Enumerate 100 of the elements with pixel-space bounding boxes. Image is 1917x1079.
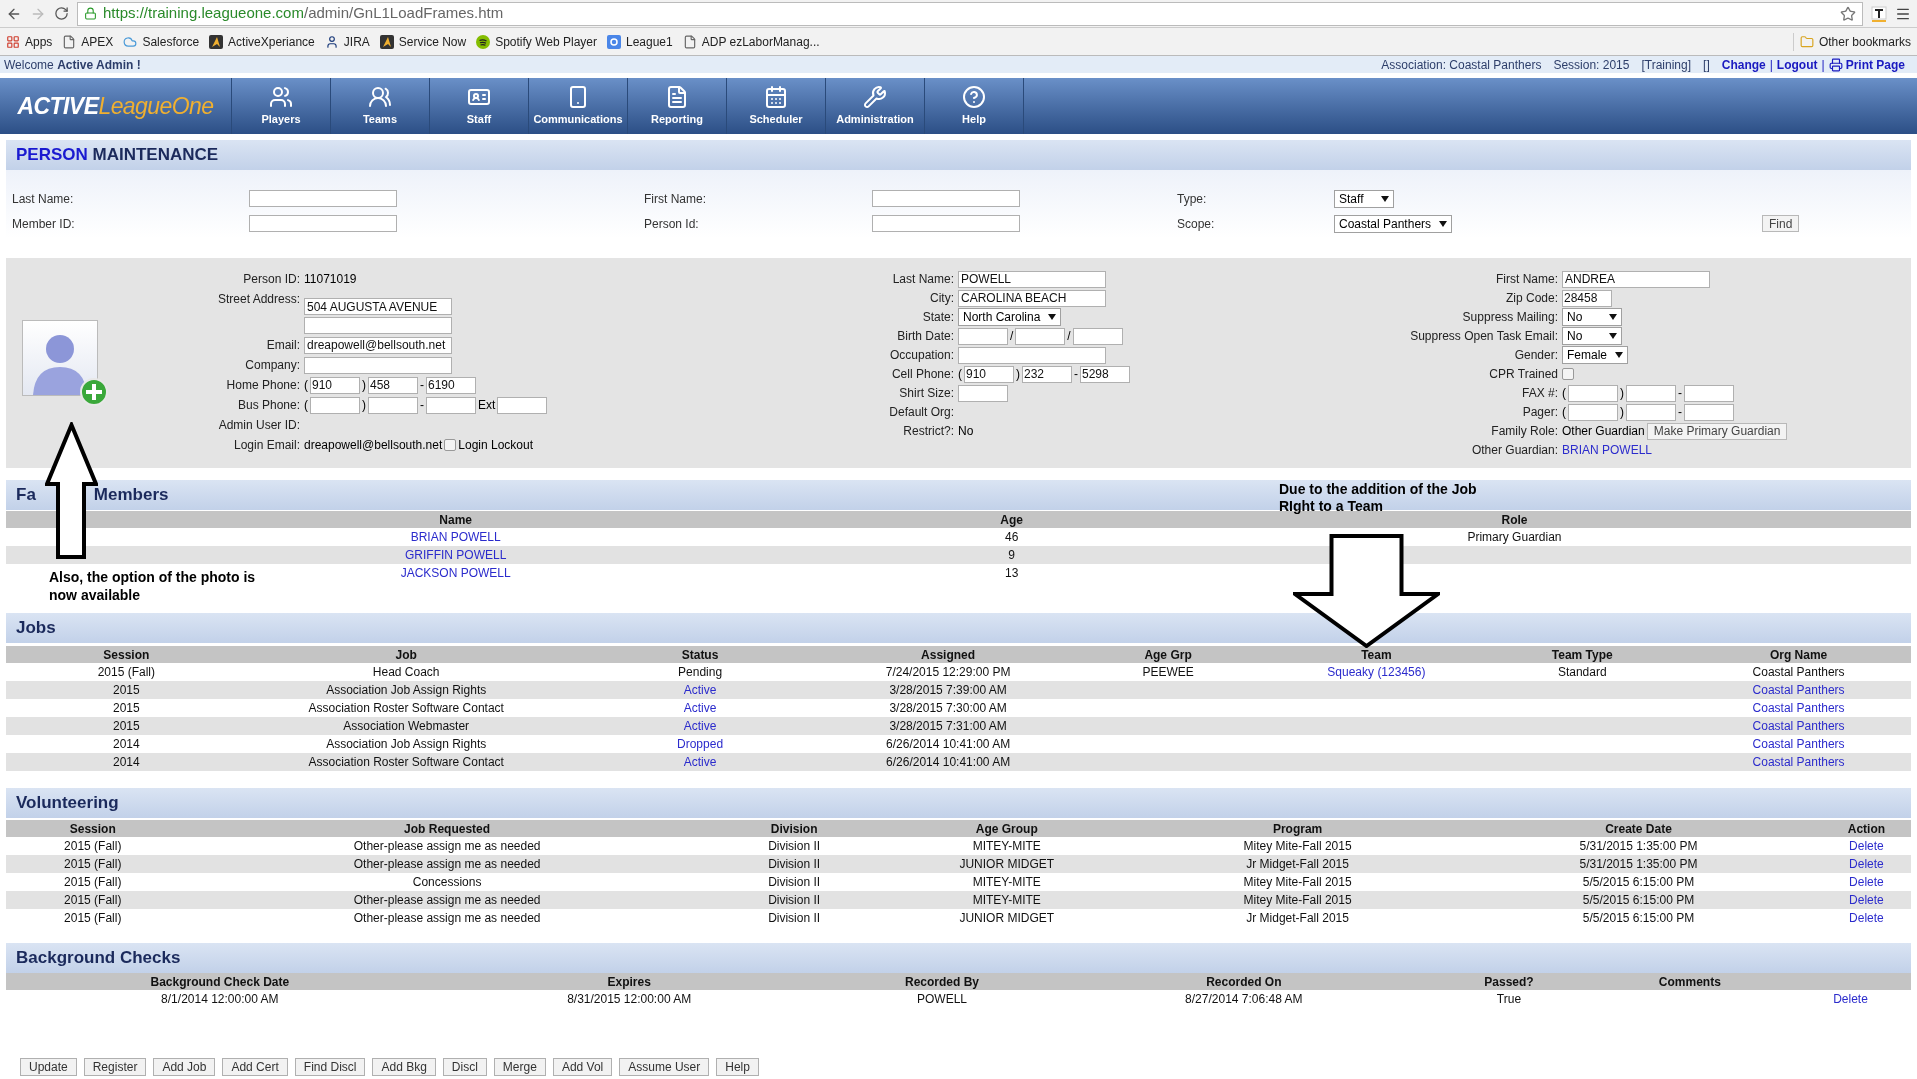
extension-icon[interactable] [1871, 5, 1887, 22]
table-link[interactable]: Coastal Panthers [1752, 717, 1845, 735]
input-field[interactable]: 504 AUGUSTA AVENUE [304, 298, 452, 315]
input-field[interactable] [958, 384, 1008, 402]
input-field[interactable]: 910 [310, 376, 360, 394]
action-button[interactable]: Find [1762, 215, 1800, 232]
table-link[interactable]: Delete [1849, 873, 1884, 891]
table-link[interactable]: Coastal Panthers [1752, 735, 1845, 753]
action-button[interactable]: Assume User [619, 1058, 710, 1076]
input-field[interactable] [872, 190, 1020, 207]
nav-item[interactable]: Administration [826, 78, 925, 134]
table-link[interactable]: Coastal Panthers [1752, 699, 1845, 717]
input-field[interactable]: 6190 [426, 376, 476, 394]
bookmark-item[interactable]: Salesforce [123, 32, 200, 51]
input-field[interactable]: ANDREA [1562, 270, 1710, 288]
checkbox[interactable] [444, 439, 457, 451]
nav-item[interactable]: Help [925, 78, 1024, 134]
table-link[interactable]: Delete [1849, 855, 1884, 873]
select-field[interactable]: No [1562, 308, 1622, 326]
input-field[interactable] [1568, 403, 1618, 421]
table-link[interactable]: Delete [1833, 990, 1868, 1008]
table-link[interactable]: Delete [1849, 891, 1884, 909]
action-button[interactable]: Update [20, 1058, 77, 1076]
table-link[interactable]: JACKSON POWELL [400, 564, 511, 582]
select-field[interactable]: North Carolina [958, 308, 1062, 326]
bookmark-item[interactable]: JIRA [324, 32, 370, 51]
nav-item[interactable]: Teams [331, 78, 430, 134]
input-field[interactable] [310, 396, 360, 414]
input-field[interactable]: 28458 [1562, 289, 1612, 307]
bookmark-item[interactable]: League1 [607, 32, 673, 51]
reload-icon[interactable] [54, 6, 69, 21]
table-link[interactable]: BRIAN POWELL [410, 528, 501, 546]
table-link[interactable]: Active [683, 753, 717, 771]
table-link[interactable]: Delete [1849, 909, 1884, 927]
input-field[interactable] [304, 356, 452, 374]
add-photo-icon[interactable] [22, 320, 108, 406]
nav-item[interactable]: Scheduler [727, 78, 826, 134]
table-link[interactable]: Active [683, 717, 717, 735]
input-field[interactable] [958, 346, 1106, 364]
action-button[interactable]: Add Job [153, 1058, 216, 1076]
input-field[interactable] [1684, 403, 1734, 421]
bookmark-folder[interactable]: Other bookmarks [1792, 32, 1911, 51]
guardian-link[interactable]: BRIAN POWELL [1562, 441, 1653, 459]
action-button[interactable]: Find Discl [294, 1058, 366, 1076]
input-field[interactable]: POWELL [958, 270, 1106, 288]
table-link[interactable]: Coastal Panthers [1752, 681, 1845, 699]
input-field[interactable] [304, 317, 452, 334]
input-field[interactable] [1568, 384, 1618, 402]
input-field[interactable] [872, 215, 1020, 232]
action-button[interactable]: Register [83, 1058, 147, 1076]
input-field[interactable]: CAROLINA BEACH [958, 289, 1106, 307]
header-link[interactable]: Change [1721, 55, 1766, 74]
input-field[interactable] [497, 396, 548, 414]
table-link[interactable]: GRIFFIN POWELL [405, 546, 507, 564]
input-field[interactable]: dreapowell@bellsouth.net [304, 336, 452, 354]
table-link[interactable]: Delete [1849, 837, 1884, 855]
input-field[interactable] [1684, 384, 1734, 402]
select-field[interactable]: Coastal Panthers [1334, 214, 1453, 233]
address-bar[interactable]: https://training.leagueone.com/admin/GnL1LoadFrames.htm [77, 1, 1863, 26]
bookmark-item[interactable]: ActiveXperiance [209, 32, 315, 51]
nav-item[interactable]: Communications [529, 78, 628, 134]
input-field[interactable] [426, 396, 476, 414]
action-button[interactable]: Merge [493, 1058, 546, 1076]
nav-item[interactable]: Reporting [628, 78, 727, 134]
action-button[interactable]: Discl [442, 1058, 487, 1076]
star-icon[interactable] [1840, 5, 1856, 22]
input-field[interactable] [368, 396, 418, 414]
checkbox[interactable] [1562, 368, 1574, 380]
bookmark-item[interactable]: Spotify Web Player [476, 32, 597, 51]
input-field[interactable] [1015, 327, 1066, 345]
bookmark-item[interactable]: ADP ezLaborManag... [682, 32, 820, 51]
input-field[interactable] [249, 190, 397, 207]
nav-item[interactable]: Staff [430, 78, 529, 134]
table-link[interactable]: Active [683, 681, 717, 699]
header-link[interactable]: Logout [1776, 55, 1818, 74]
select-field[interactable]: Female [1562, 346, 1628, 364]
bookmark-item[interactable]: Apps [6, 32, 53, 51]
table-link[interactable]: Squeaky (123456) [1327, 663, 1426, 681]
table-link[interactable]: Coastal Panthers [1752, 753, 1845, 771]
bookmark-item[interactable]: APEX [62, 32, 114, 51]
nav-item[interactable]: Players [232, 78, 331, 134]
select-field[interactable]: No [1562, 327, 1622, 345]
input-field[interactable]: 458 [368, 376, 418, 394]
action-button[interactable]: Add Bkg [372, 1058, 436, 1076]
print-link[interactable]: Print Page [1828, 55, 1905, 74]
input-field[interactable] [1626, 384, 1676, 402]
action-button[interactable]: Help [716, 1058, 759, 1076]
input-field[interactable] [1072, 327, 1123, 345]
action-button[interactable]: Add Vol [552, 1058, 613, 1076]
input-field[interactable] [1626, 403, 1676, 421]
input-field[interactable] [249, 215, 397, 232]
table-link[interactable]: Dropped [677, 735, 724, 753]
table-link[interactable]: Active [683, 699, 717, 717]
select-field[interactable]: Staff [1334, 189, 1394, 208]
bookmark-item[interactable]: Service Now [379, 32, 467, 51]
action-button[interactable]: Make Primary Guardian [1646, 422, 1788, 440]
input-field[interactable]: 910 [964, 365, 1014, 383]
input-field[interactable]: 5298 [1080, 365, 1130, 383]
input-field[interactable] [958, 327, 1008, 345]
action-button[interactable]: Add Cert [222, 1058, 288, 1076]
